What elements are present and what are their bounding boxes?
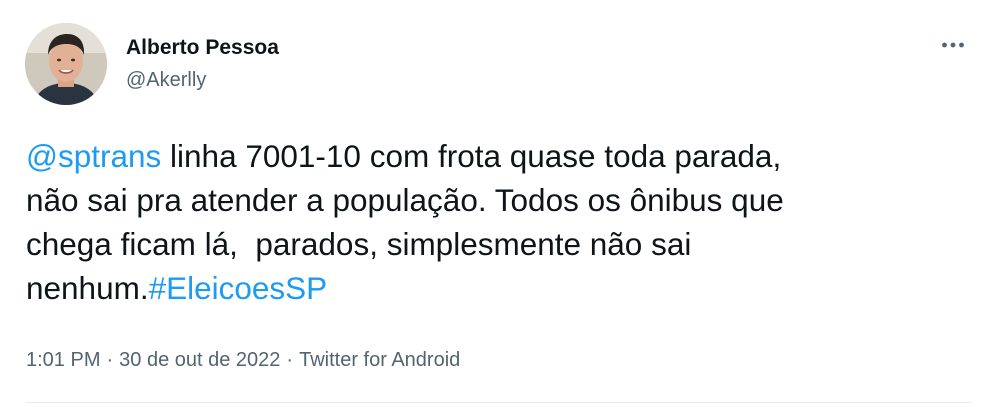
separator: · bbox=[106, 349, 114, 371]
tweet-metadata: 1:01 PM · 30 de out de 2022 · Twitter for An… bbox=[26, 346, 460, 374]
hashtag-link[interactable]: #EleicoesSP bbox=[149, 270, 328, 306]
more-options-button[interactable] bbox=[933, 30, 973, 60]
author-info: Alberto Pessoa @Akerlly bbox=[126, 35, 279, 93]
more-horizontal-icon bbox=[942, 42, 964, 48]
tweet-text-segment: linha 7001-10 com frota quase toda parad… bbox=[161, 138, 782, 174]
tweet-time[interactable]: 1:01 PM bbox=[26, 349, 100, 371]
tweet-source[interactable]: Twitter for Android bbox=[299, 349, 460, 371]
mention-link[interactable]: @sptrans bbox=[26, 138, 161, 174]
avatar[interactable] bbox=[25, 23, 107, 105]
tweet-card: Alberto Pessoa @Akerlly @sptrans linha 7… bbox=[0, 0, 984, 407]
tweet-text: @sptrans linha 7001-10 com frota quase t… bbox=[26, 134, 966, 310]
divider bbox=[26, 402, 972, 403]
tweet-line: chega ficam lá, parados, simplesmente nã… bbox=[26, 226, 692, 262]
avatar-photo bbox=[25, 23, 107, 105]
tweet-line: @sptrans linha 7001-10 com frota quase t… bbox=[26, 134, 966, 178]
author-display-name[interactable]: Alberto Pessoa bbox=[126, 35, 279, 61]
tweet-date[interactable]: 30 de out de 2022 bbox=[119, 349, 280, 371]
tweet-text-segment: nenhum. bbox=[26, 270, 149, 306]
tweet-line: nenhum.#EleicoesSP bbox=[26, 266, 966, 310]
tweet-line: não sai pra atender a população. Todos o… bbox=[26, 182, 784, 218]
separator: · bbox=[286, 349, 294, 371]
author-handle[interactable]: @Akerlly bbox=[126, 67, 279, 93]
